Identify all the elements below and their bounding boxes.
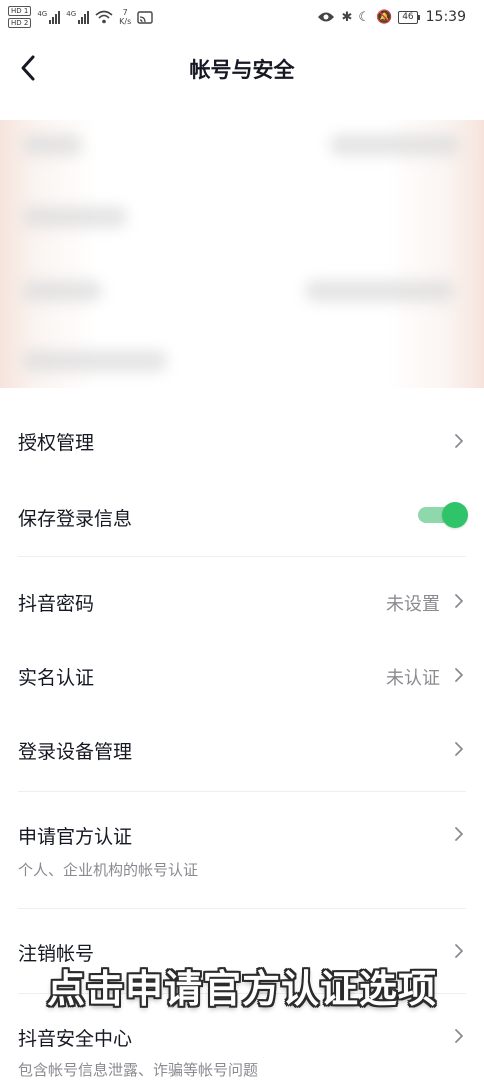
settings-item-label: 抖音密码 bbox=[18, 593, 95, 615]
blurred-account-info bbox=[0, 120, 484, 388]
settings-item-value: 未认证 bbox=[386, 668, 440, 689]
eye-icon bbox=[318, 12, 335, 22]
hd1-badge: HD 1 bbox=[8, 6, 32, 16]
signal-icon-2: 4G bbox=[66, 10, 90, 24]
hd2-badge: HD 2 bbox=[8, 18, 32, 28]
chevron-right-icon bbox=[455, 827, 463, 841]
mute-bell-icon: 🔕 bbox=[376, 9, 393, 25]
settings-item-subtitle: 个人、企业机构的帐号认证 bbox=[18, 861, 199, 879]
settings-item-save-login: 保存登录信息 bbox=[18, 480, 468, 556]
settings-item-label: 授权管理 bbox=[18, 432, 95, 454]
status-bar-left: HD 1 HD 2 4G 4G 7 K/s bbox=[8, 6, 153, 28]
page-title: 帐号与安全 bbox=[189, 58, 295, 82]
network-type-1: 4G bbox=[37, 10, 48, 18]
settings-item-authorization[interactable]: 授权管理 bbox=[18, 400, 466, 480]
signal-icon: 4G bbox=[37, 10, 61, 24]
settings-item-official-verification[interactable]: 申请官方认证 个人、企业机构的帐号认证 bbox=[18, 792, 466, 908]
chevron-right-icon bbox=[455, 434, 463, 448]
battery-icon: 46 bbox=[398, 10, 420, 24]
status-bar: HD 1 HD 2 4G 4G 7 K/s ✱ ☾ 🔕 46 15:39 bbox=[0, 0, 484, 36]
chevron-right-icon bbox=[455, 742, 463, 756]
network-speed: 7 K/s bbox=[119, 8, 131, 26]
settings-item-label: 保存登录信息 bbox=[18, 508, 133, 530]
settings-item-label: 登录设备管理 bbox=[18, 741, 133, 763]
chevron-right-icon bbox=[455, 1029, 463, 1043]
chevron-right-icon bbox=[455, 594, 463, 608]
wifi-icon bbox=[95, 10, 113, 24]
settings-item-label: 申请官方认证 bbox=[18, 826, 133, 848]
toggle-knob bbox=[442, 502, 468, 528]
settings-item-label: 实名认证 bbox=[18, 667, 95, 689]
network-speed-unit: K/s bbox=[119, 17, 132, 26]
battery-level: 46 bbox=[398, 10, 418, 24]
status-bar-right: ✱ ☾ 🔕 46 15:39 bbox=[317, 9, 466, 25]
clock: 15:39 bbox=[425, 9, 466, 25]
settings-item-device-management[interactable]: 登录设备管理 bbox=[18, 705, 466, 791]
settings-item-value: 未设置 bbox=[386, 594, 440, 615]
network-type-2: 4G bbox=[66, 10, 77, 18]
header: 帐号与安全 bbox=[0, 40, 484, 96]
settings-item-real-name[interactable]: 实名认证 未认证 bbox=[18, 631, 466, 705]
video-caption: 点击申请官方认证选项 bbox=[46, 967, 437, 1011]
chevron-right-icon bbox=[455, 668, 463, 682]
settings-item-label: 抖音安全中心 bbox=[18, 1028, 133, 1050]
moon-icon: ☾ bbox=[358, 9, 370, 25]
settings-item-subtitle: 包含帐号信息泄露、诈骗等帐号问题 bbox=[18, 1061, 259, 1079]
cast-icon bbox=[137, 10, 153, 24]
hd-badges: HD 1 HD 2 bbox=[8, 6, 32, 28]
network-speed-value: 7 bbox=[122, 8, 128, 17]
bluetooth-icon: ✱ bbox=[341, 9, 353, 25]
save-login-toggle[interactable] bbox=[418, 502, 468, 528]
settings-item-password[interactable]: 抖音密码 未设置 bbox=[18, 557, 466, 631]
